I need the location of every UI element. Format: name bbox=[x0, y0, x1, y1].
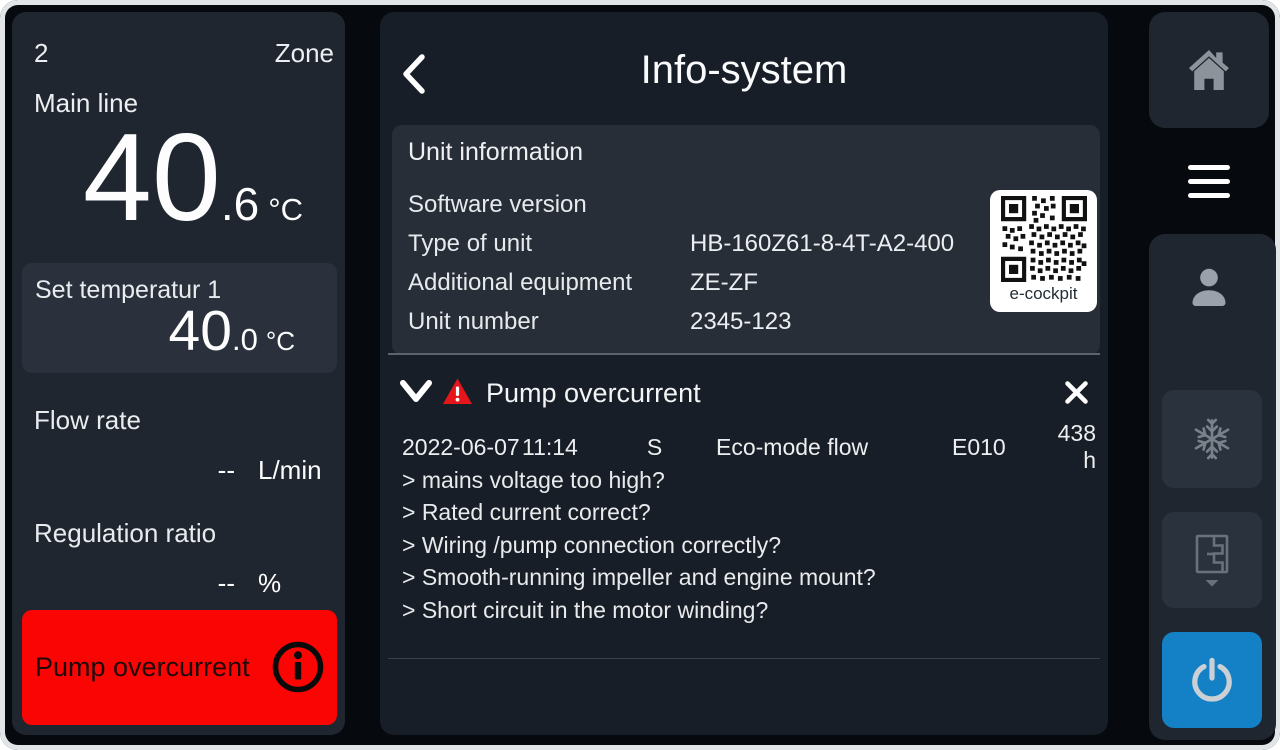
row-label: Unit number bbox=[408, 308, 690, 336]
user-icon bbox=[1186, 264, 1232, 318]
main-temp-decimal: .6 bbox=[221, 177, 259, 231]
power-button[interactable] bbox=[1162, 632, 1262, 728]
snowflake-icon bbox=[1188, 415, 1236, 463]
table-row: Type of unit HB-160Z61-8-4T-A2-400 bbox=[408, 224, 1084, 263]
qr-code-icon bbox=[1001, 196, 1087, 282]
set-temperature-value: 40 .0 °C bbox=[169, 303, 295, 360]
flow-rate-label: Flow rate bbox=[34, 405, 141, 436]
alarm-banner-label: Pump overcurrent bbox=[35, 610, 250, 725]
user-button[interactable] bbox=[1149, 258, 1269, 324]
alarm-check-list: > mains voltage too high? > Rated curren… bbox=[402, 464, 1088, 626]
alarm-date: 2022-06-07 bbox=[402, 434, 522, 461]
home-button[interactable] bbox=[1149, 12, 1269, 128]
info-icon[interactable] bbox=[272, 641, 324, 693]
close-icon bbox=[1063, 379, 1090, 406]
alarm-time: 11:14 bbox=[522, 434, 607, 461]
qr-code-card: e-cockpit bbox=[990, 190, 1097, 312]
alarm-mode: Eco-mode flow bbox=[702, 434, 952, 461]
qr-code-label: e-cockpit bbox=[1009, 284, 1077, 304]
zone-label: Zone bbox=[275, 38, 334, 69]
set-temp-decimal: .0 bbox=[232, 322, 258, 358]
alarm-banner[interactable]: Pump overcurrent bbox=[22, 610, 337, 725]
set-temp-integer: 40 bbox=[169, 303, 232, 360]
alarm-title: Pump overcurrent bbox=[486, 376, 701, 410]
sidebar-button-stack bbox=[1149, 234, 1276, 740]
power-icon bbox=[1188, 656, 1236, 704]
unit-information-rows: Software version Type of unit HB-160Z61-… bbox=[408, 185, 1084, 341]
alarm-close-button[interactable] bbox=[1058, 374, 1094, 410]
alarm-collapse-button[interactable] bbox=[396, 372, 436, 412]
row-value: HB-160Z61-8-4T-A2-400 bbox=[690, 230, 954, 258]
list-item: > Wiring /pump connection correctly? bbox=[402, 529, 1088, 561]
set-temperature-box[interactable]: Set temperatur 1 40 .0 °C bbox=[22, 263, 337, 373]
table-row: Software version bbox=[408, 185, 1084, 224]
main-temp-integer: 40 bbox=[83, 116, 221, 240]
main-temp-unit: °C bbox=[268, 192, 303, 228]
alarm-state: S bbox=[607, 434, 702, 461]
menu-button[interactable] bbox=[1149, 130, 1269, 232]
list-item: > Rated current correct? bbox=[402, 496, 1088, 528]
set-temp-unit: °C bbox=[266, 326, 295, 357]
unit-information-section: Unit information Software version Type o… bbox=[392, 125, 1100, 355]
regulation-ratio-label: Regulation ratio bbox=[34, 518, 216, 549]
flow-rate-value: -- bbox=[175, 455, 235, 486]
row-value: ZE-ZF bbox=[690, 269, 758, 297]
row-label: Type of unit bbox=[408, 230, 690, 258]
info-system-panel: Info-system Unit information Software ve… bbox=[380, 12, 1108, 735]
zone-number: 2 bbox=[34, 38, 48, 69]
row-label: Additional equipment bbox=[408, 269, 690, 297]
list-item: > mains voltage too high? bbox=[402, 464, 1088, 496]
row-value: 2345-123 bbox=[690, 308, 791, 336]
zone-header: 2 Zone bbox=[12, 38, 345, 69]
divider bbox=[388, 353, 1100, 355]
cooling-button[interactable] bbox=[1162, 390, 1262, 488]
home-icon bbox=[1185, 48, 1233, 92]
row-label: Software version bbox=[408, 191, 690, 219]
mold-button[interactable] bbox=[1162, 512, 1262, 608]
divider bbox=[388, 658, 1100, 659]
regulation-ratio-unit: % bbox=[258, 568, 281, 599]
mold-icon bbox=[1189, 531, 1235, 589]
page-title: Info-system bbox=[380, 48, 1108, 93]
menu-icon bbox=[1188, 165, 1230, 170]
main-temperature-display: 40 .6 °C bbox=[83, 116, 303, 240]
flow-rate-unit: L/min bbox=[258, 455, 322, 486]
table-row: Additional equipment ZE-ZF bbox=[408, 263, 1084, 302]
unit-information-title: Unit information bbox=[408, 138, 583, 167]
hmi-screen: 2 Zone Main line 40 .6 °C Set temperatur… bbox=[0, 0, 1280, 750]
zone-panel: 2 Zone Main line 40 .6 °C Set temperatur… bbox=[12, 12, 345, 735]
warning-icon bbox=[442, 377, 473, 406]
table-row: Unit number 2345-123 bbox=[408, 302, 1084, 341]
regulation-ratio-value: -- bbox=[175, 568, 235, 599]
alarm-code: E010 bbox=[952, 434, 1042, 461]
chevron-down-icon bbox=[399, 378, 433, 406]
list-item: > Short circuit in the motor winding? bbox=[402, 594, 1088, 626]
list-item: > Smooth-running impeller and engine mou… bbox=[402, 561, 1088, 593]
